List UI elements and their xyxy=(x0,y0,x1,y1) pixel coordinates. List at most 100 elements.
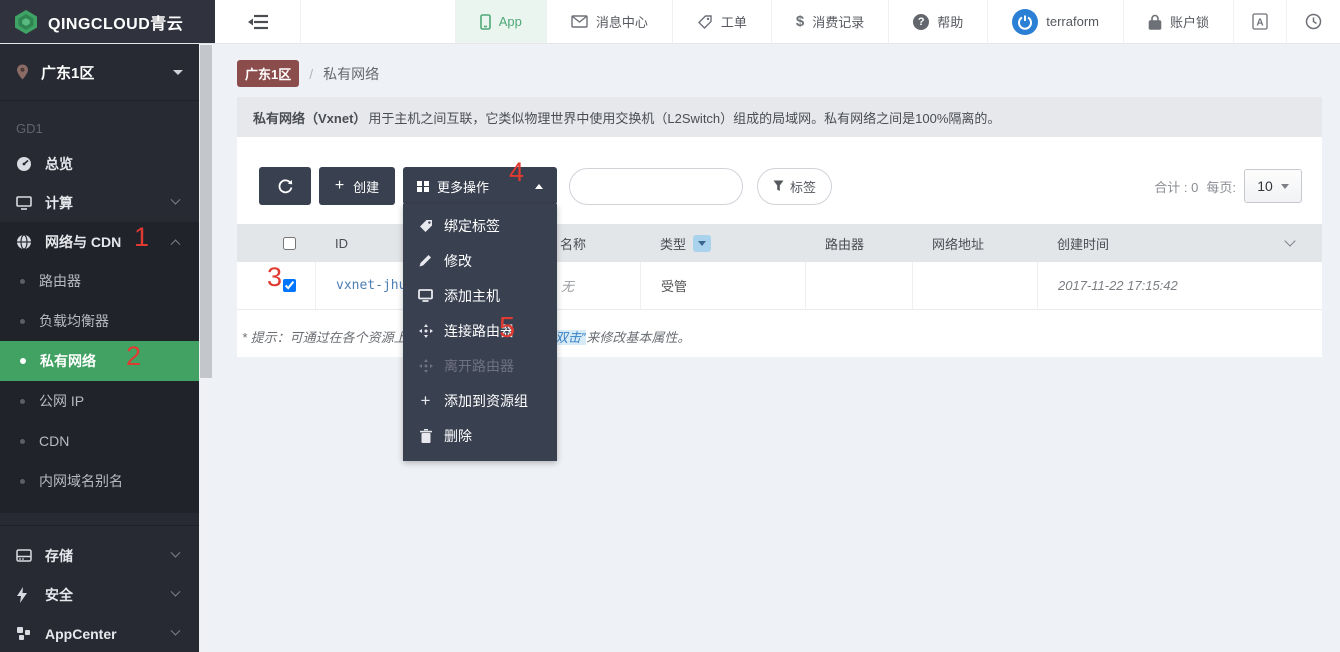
breadcrumb-region-badge[interactable]: 广东1区 xyxy=(237,60,299,87)
sidebar-item-security[interactable]: 安全 xyxy=(0,575,199,614)
menu-item-label: 离开路由器 xyxy=(444,356,514,376)
create-button[interactable]: + 创建 xyxy=(319,167,395,205)
clock-icon xyxy=(1305,13,1322,30)
menu-item-add-to-resource-group[interactable]: + 添加到资源组 xyxy=(403,383,557,418)
nav-history-button[interactable] xyxy=(1286,0,1340,43)
row-checkbox[interactable] xyxy=(283,279,296,292)
sidebar-item-overview[interactable]: 总览 xyxy=(0,144,199,183)
logo[interactable]: QINGCLOUD青云 xyxy=(0,0,215,43)
annotation-5: 5 xyxy=(499,314,515,343)
bullet-icon xyxy=(20,279,25,284)
sidebar-item-label: 私有网络 xyxy=(40,351,96,371)
chevron-down-icon xyxy=(171,626,181,636)
network-globe-icon xyxy=(16,234,32,250)
sidebar-item-storage[interactable]: 存储 xyxy=(0,536,199,575)
nav-item-messages[interactable]: 消息中心 xyxy=(546,0,672,43)
chevron-down-icon xyxy=(171,195,181,205)
sidebar-collapse-icon[interactable] xyxy=(215,0,301,43)
row-network xyxy=(912,262,1037,309)
nav-language-button[interactable]: A xyxy=(1233,0,1286,43)
sidebar-item-label: 计算 xyxy=(45,193,73,213)
type-filter-icon[interactable] xyxy=(693,235,711,252)
column-header-network[interactable]: 网络地址 xyxy=(912,224,1037,262)
nav-item-label: terraform xyxy=(1046,14,1099,29)
menu-item-add-instance[interactable]: 添加主机 xyxy=(403,278,557,313)
menu-item-leave-router[interactable]: 离开路由器 xyxy=(403,348,557,383)
scrollbar-thumb[interactable] xyxy=(200,45,212,378)
pagination-info: 合计 : 0 每页: 10 xyxy=(1154,169,1302,203)
refresh-icon xyxy=(278,179,293,194)
sidebar-item-private-networks[interactable]: 私有网络 xyxy=(0,341,199,381)
region-caret-icon xyxy=(173,70,183,75)
translate-icon: A xyxy=(1252,13,1268,30)
sidebar-item-label: 路由器 xyxy=(39,271,81,291)
menu-item-label: 修改 xyxy=(444,251,472,271)
info-banner: 私有网络（Vxnet）用于主机之间互联，它类似物理世界中使用交换机（L2Swit… xyxy=(237,97,1322,137)
sidebar-item-public-ips[interactable]: 公网 IP xyxy=(0,381,199,421)
annotation-3: 3 xyxy=(267,264,282,291)
bullet-icon xyxy=(20,399,25,404)
nav-item-help[interactable]: ? 帮助 xyxy=(888,0,987,43)
sidebar-item-cdn[interactable]: CDN xyxy=(0,421,199,461)
more-actions-label: 更多操作 xyxy=(437,177,489,196)
refresh-button[interactable] xyxy=(259,167,311,205)
sidebar-item-label: 负载均衡器 xyxy=(39,311,109,331)
table-row[interactable]: vxnet-jhu0 无 受管 2017-11-22 17:15:42 xyxy=(237,262,1322,310)
nav-item-label: App xyxy=(499,14,522,29)
svg-text:A: A xyxy=(1256,18,1263,29)
main-content: 广东1区 / 私有网络 私有网络（Vxnet）用于主机之间互联，它类似物理世界中… xyxy=(213,44,1340,652)
nav-item-label: 工单 xyxy=(721,12,747,31)
breadcrumb: 广东1区 / 私有网络 xyxy=(237,60,379,87)
menu-item-label: 添加主机 xyxy=(444,286,500,306)
hint-text: * 提示：可通过在各个资源上点击右键进行操作，以及“双击”来修改基本属性。 xyxy=(237,310,1322,346)
tag-filter-button[interactable]: 标签 xyxy=(757,168,832,205)
nav-item-app[interactable]: App xyxy=(455,0,546,43)
nav-item-account-lock[interactable]: 账户锁 xyxy=(1123,0,1233,43)
row-name: 无 xyxy=(561,276,574,295)
banner-text: 用于主机之间互联，它类似物理世界中使用交换机（L2Switch）组成的局域网。私… xyxy=(368,111,1000,126)
per-page-select[interactable]: 10 xyxy=(1244,169,1302,203)
sidebar-item-compute[interactable]: 计算 xyxy=(0,183,199,222)
menu-item-bind-tag[interactable]: 绑定标签 xyxy=(403,208,557,243)
nav-item-label: 消息中心 xyxy=(596,12,648,31)
sidebar-item-label: 网络与 CDN xyxy=(45,232,121,252)
funnel-icon xyxy=(773,180,784,192)
sidebar-item-routers[interactable]: 路由器 xyxy=(0,261,199,301)
bullet-icon xyxy=(20,319,25,324)
nav-item-tickets[interactable]: 工单 xyxy=(672,0,771,43)
region-selector[interactable]: 广东1区 xyxy=(0,44,199,101)
tag-icon xyxy=(418,219,433,233)
create-button-label: 创建 xyxy=(353,177,379,196)
connect-router-icon xyxy=(418,324,433,338)
sidebar-item-dns-aliases[interactable]: 内网域名别名 xyxy=(0,461,199,501)
sidebar-item-load-balancers[interactable]: 负载均衡器 xyxy=(0,301,199,341)
column-header-type[interactable]: 类型 xyxy=(640,224,805,262)
annotation-2: 2 xyxy=(126,343,141,370)
sidebar-item-label: 存储 xyxy=(45,546,73,566)
column-header-router[interactable]: 路由器 xyxy=(805,224,912,262)
sidebar-scrollbar[interactable] xyxy=(199,44,213,652)
nav-item-account[interactable]: terraform xyxy=(987,0,1123,43)
security-bolt-icon xyxy=(16,587,32,603)
sidebar-item-appcenter[interactable]: AppCenter xyxy=(0,614,199,652)
menu-item-delete[interactable]: 删除 xyxy=(403,418,557,453)
nav-item-billing[interactable]: $ 消费记录 xyxy=(771,0,888,43)
list-panel: + 创建 更多操作 标签 合计 : 0 每页: 10 xyxy=(237,137,1322,357)
appcenter-icon xyxy=(16,626,32,641)
lock-icon xyxy=(1148,14,1162,30)
sidebar-item-network-cdn[interactable]: 网络与 CDN xyxy=(0,222,199,261)
select-all-checkbox[interactable] xyxy=(283,237,296,250)
top-navbar: QINGCLOUD青云 App 消息中心 工单 $ 消费记录 ? xyxy=(0,0,1340,44)
menu-item-connect-router[interactable]: 连接路由器 xyxy=(403,313,557,348)
more-actions-button[interactable]: 更多操作 xyxy=(403,167,557,205)
caret-down-icon xyxy=(1281,184,1289,189)
column-header-created[interactable]: 创建时间 xyxy=(1037,224,1322,262)
network-cdn-group: 网络与 CDN 路由器 负载均衡器 私有网络 公网 IP CDN 内网域名别名 xyxy=(0,222,199,513)
menu-item-label: 绑定标签 xyxy=(444,216,500,236)
total-count-label: 合计 : 0 xyxy=(1154,177,1198,196)
menu-item-label: 添加到资源组 xyxy=(444,391,528,411)
nav-item-label: 消费记录 xyxy=(812,12,864,31)
menu-item-modify[interactable]: 修改 xyxy=(403,243,557,278)
search-input[interactable] xyxy=(569,168,743,205)
qingcloud-logo-icon xyxy=(14,9,38,35)
